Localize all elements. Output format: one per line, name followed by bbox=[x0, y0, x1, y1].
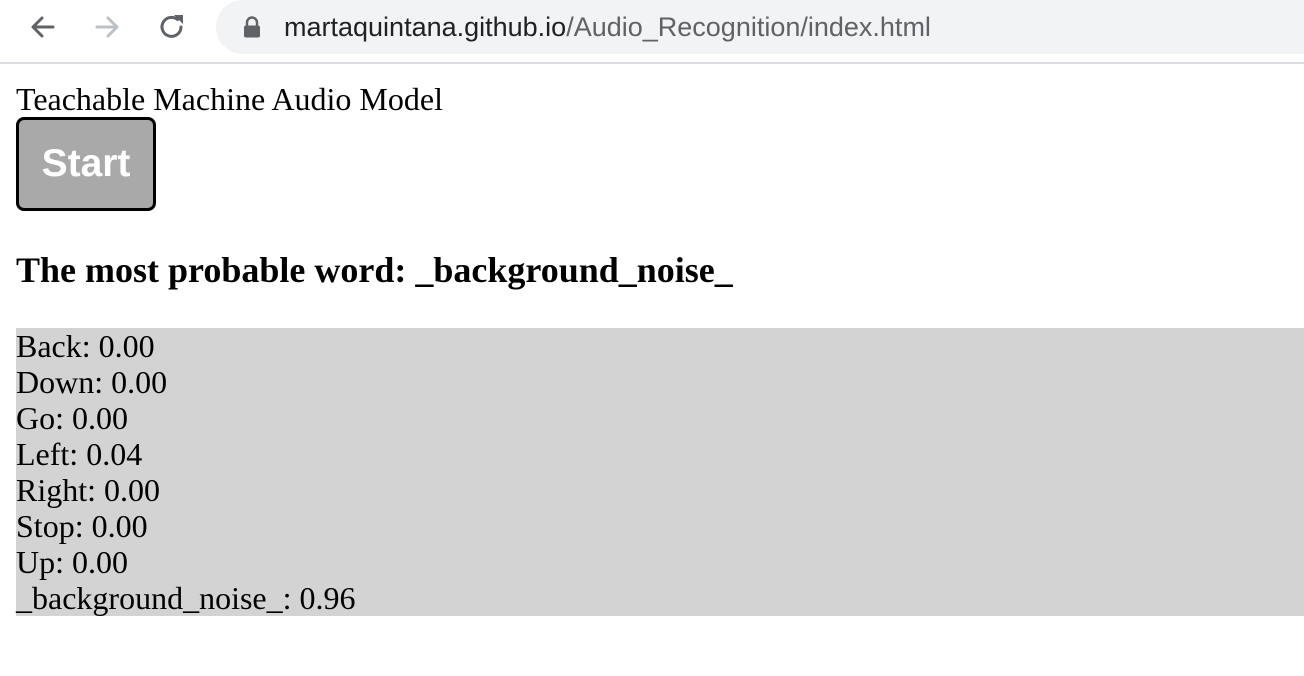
arrow-left-icon bbox=[31, 16, 55, 38]
page-content: Teachable Machine Audio Model Start The … bbox=[0, 64, 1304, 676]
prediction-row: Down: 0.00 bbox=[16, 364, 168, 400]
back-button[interactable] bbox=[24, 8, 62, 46]
reload-icon bbox=[160, 15, 183, 38]
result-heading: The most probable word: _background_nois… bbox=[16, 250, 733, 290]
lock-icon[interactable] bbox=[241, 15, 263, 39]
prediction-row: Go: 0.00 bbox=[16, 400, 128, 436]
prediction-row: Left: 0.04 bbox=[16, 436, 143, 472]
arrow-right-icon bbox=[95, 16, 119, 38]
start-button[interactable]: Start bbox=[16, 117, 156, 211]
url-path: /Audio_Recognition/index.html bbox=[566, 12, 931, 42]
reload-button[interactable] bbox=[153, 8, 191, 46]
prediction-row: Stop: 0.00 bbox=[16, 508, 148, 544]
prediction-row: Right: 0.00 bbox=[16, 472, 161, 508]
url-host: martaquintana.github.io bbox=[284, 12, 567, 42]
browser-toolbar: martaquintana.github.io/Audio_Recognitio… bbox=[0, 0, 1304, 64]
page-title: Teachable Machine Audio Model bbox=[16, 81, 443, 117]
forward-button[interactable] bbox=[88, 8, 126, 46]
url-text[interactable]: martaquintana.github.io/Audio_Recognitio… bbox=[284, 9, 931, 45]
prediction-row: Up: 0.00 bbox=[16, 544, 128, 580]
label-container: Back: 0.00 Down: 0.00 Go: 0.00 Left: 0.0… bbox=[16, 328, 1304, 616]
prediction-row: Back: 0.00 bbox=[16, 328, 155, 364]
prediction-row: _background_noise_: 0.96 bbox=[16, 580, 356, 616]
